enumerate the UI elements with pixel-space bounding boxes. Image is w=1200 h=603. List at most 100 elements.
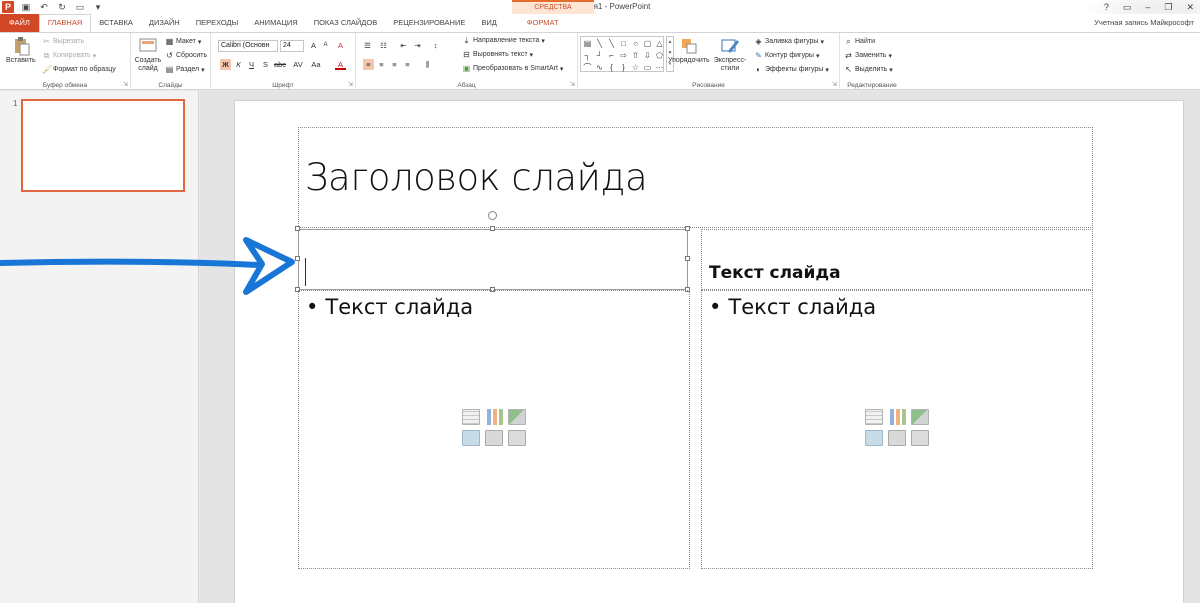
slide-thumbnail[interactable] (21, 99, 185, 192)
insert-smartart-icon[interactable] (508, 409, 526, 425)
tab-animations[interactable]: АНИМАЦИЯ (246, 14, 305, 32)
minimize-icon[interactable]: – (1145, 0, 1150, 14)
line-shape-icon[interactable]: ╲ (606, 38, 617, 49)
align-text-button[interactable]: ⊟ Выровнять текст ▾ (462, 50, 533, 59)
account-label[interactable]: Учетная запись Майкрософт (1094, 14, 1194, 32)
dialog-launcher-icon[interactable]: ⇲ (570, 81, 575, 88)
dialog-launcher-icon[interactable]: ⇲ (123, 81, 128, 88)
bullets-icon[interactable]: ☰ (362, 40, 373, 51)
arrow-shape-icon[interactable]: ⇩ (642, 50, 653, 61)
tab-file[interactable]: ФАЙЛ (0, 14, 39, 32)
tab-transitions[interactable]: ПЕРЕХОДЫ (188, 14, 247, 32)
shape-fill-button[interactable]: ◈ Заливка фигуры ▾ (754, 37, 824, 46)
shapes-gallery[interactable]: ▤ ╲ ╲ □ ○ ▢ △ ┐ ┘ ⌐ ⇨ ⇧ ⇩ ⬠ ⌒ ∿{} ☆ ▭ ⋯ (580, 36, 664, 72)
insert-chart-icon[interactable] (485, 409, 503, 425)
dialog-launcher-icon[interactable]: ⇲ (348, 81, 353, 88)
resize-handle[interactable] (685, 226, 690, 231)
elbow-connector-icon[interactable]: ┐ (582, 50, 593, 61)
line-shape-icon[interactable]: ╲ (594, 38, 605, 49)
line-spacing-icon[interactable]: ↕ (430, 40, 441, 51)
select-button[interactable]: ↖ Выделить ▾ (844, 65, 893, 74)
bold-button[interactable]: Ж (220, 59, 231, 70)
insert-online-picture-icon[interactable] (888, 430, 906, 446)
resize-handle[interactable] (490, 226, 495, 231)
font-name-combo[interactable]: Calibri (Основн (218, 40, 278, 52)
clear-format-button[interactable]: A (335, 40, 346, 51)
copy-button[interactable]: ⧉ Копировать ▾ (42, 51, 97, 60)
columns-icon[interactable]: ⫼ (422, 59, 433, 70)
brace-shape-icon[interactable]: { (606, 62, 617, 73)
tab-format[interactable]: ФОРМАТ (519, 14, 567, 32)
callout-shape-icon[interactable]: ▭ (642, 62, 653, 73)
layout-button[interactable]: ▦ Макет ▾ (165, 37, 202, 46)
help-icon[interactable]: ? (1104, 0, 1109, 14)
insert-video-icon[interactable] (911, 430, 929, 446)
shape-more-icon[interactable]: ⋯ (654, 62, 665, 73)
format-painter-button[interactable]: 🖌 Формат по образцу (42, 65, 116, 74)
arrow-shape-icon[interactable]: ⇨ (618, 50, 629, 61)
strikethrough-button[interactable]: abc (273, 59, 287, 70)
tab-design[interactable]: ДИЗАЙН (141, 14, 188, 32)
title-placeholder[interactable]: Заголовок слайда (298, 127, 1093, 228)
replace-button[interactable]: ⇄ Заменить ▾ (844, 51, 892, 60)
reset-button[interactable]: ↺ Сбросить (165, 51, 207, 60)
section-button[interactable]: ▤ Раздел ▾ (165, 65, 205, 74)
cut-button[interactable]: ✂ Вырезать (42, 37, 84, 46)
insert-online-picture-icon[interactable] (485, 430, 503, 446)
textbox-shape-icon[interactable]: ▤ (582, 38, 593, 49)
spacing-icon[interactable]: AV (291, 59, 305, 70)
change-case-button[interactable]: Aa (309, 59, 323, 70)
right-content-placeholder[interactable]: Текст слайда (701, 290, 1093, 569)
arrange-button[interactable]: Упорядочить (668, 36, 710, 65)
underline-button[interactable]: Ч (246, 59, 257, 70)
arrow-shape-icon[interactable]: ⇧ (630, 50, 641, 61)
resize-handle[interactable] (685, 256, 690, 261)
right-heading-placeholder[interactable]: Текст слайда (701, 229, 1093, 290)
insert-chart-icon[interactable] (888, 409, 906, 425)
font-size-combo[interactable]: 24 (280, 40, 304, 52)
paste-button[interactable]: Вставить (6, 36, 36, 65)
quick-styles-button[interactable]: Экспресс-стили (712, 36, 748, 73)
rounded-rect-shape-icon[interactable]: ▢ (642, 38, 653, 49)
shadow-button[interactable]: S (260, 59, 271, 70)
shrink-font-button[interactable]: A (320, 40, 331, 51)
tab-insert[interactable]: ВСТАВКА (91, 14, 141, 32)
italic-button[interactable]: К (233, 59, 244, 70)
elbow-connector-icon[interactable]: ┘ (594, 50, 605, 61)
font-color-button[interactable]: A (335, 59, 346, 70)
curve-shape-icon[interactable]: ∿ (594, 62, 605, 73)
numbering-icon[interactable]: ☷ (378, 40, 389, 51)
align-right-icon[interactable]: ≡ (389, 59, 400, 70)
ribbon-display-icon[interactable]: ▭ (1123, 0, 1132, 14)
left-heading-placeholder[interactable] (298, 229, 688, 290)
restore-icon[interactable]: ❐ (1164, 0, 1172, 14)
curve-shape-icon[interactable]: ⌒ (582, 62, 593, 73)
decrease-indent-icon[interactable]: ⇤ (398, 40, 409, 51)
insert-picture-icon[interactable] (865, 430, 883, 446)
justify-icon[interactable]: ≡ (402, 59, 413, 70)
triangle-shape-icon[interactable]: △ (654, 38, 665, 49)
insert-smartart-icon[interactable] (911, 409, 929, 425)
star-shape-icon[interactable]: ☆ (630, 62, 641, 73)
shape-effects-button[interactable]: ◐ Эффекты фигуры ▾ (754, 65, 829, 74)
insert-picture-icon[interactable] (462, 430, 480, 446)
shape-outline-button[interactable]: ✎ Контур фигуры ▾ (754, 51, 819, 60)
tab-review[interactable]: РЕЦЕНЗИРОВАНИЕ (385, 14, 473, 32)
new-slide-button[interactable]: Создать слайд (133, 36, 163, 73)
grow-font-button[interactable]: A (308, 40, 319, 51)
align-center-icon[interactable]: ≡ (376, 59, 387, 70)
insert-table-icon[interactable] (462, 409, 480, 425)
pentagon-shape-icon[interactable]: ⬠ (654, 50, 665, 61)
rotate-handle[interactable] (488, 211, 497, 220)
dialog-launcher-icon[interactable]: ⇲ (832, 81, 837, 88)
curved-connector-icon[interactable]: ⌐ (606, 50, 617, 61)
left-content-placeholder[interactable]: Текст слайда (298, 290, 690, 569)
tab-view[interactable]: ВИД (473, 14, 504, 32)
increase-indent-icon[interactable]: ⇥ (412, 40, 423, 51)
oval-shape-icon[interactable]: ○ (630, 38, 641, 49)
tab-home[interactable]: ГЛАВНАЯ (38, 14, 92, 32)
tab-slideshow[interactable]: ПОКАЗ СЛАЙДОВ (306, 14, 386, 32)
resize-handle[interactable] (295, 226, 300, 231)
smartart-button[interactable]: ▣ Преобразовать в SmartArt ▾ (462, 64, 564, 73)
insert-table-icon[interactable] (865, 409, 883, 425)
